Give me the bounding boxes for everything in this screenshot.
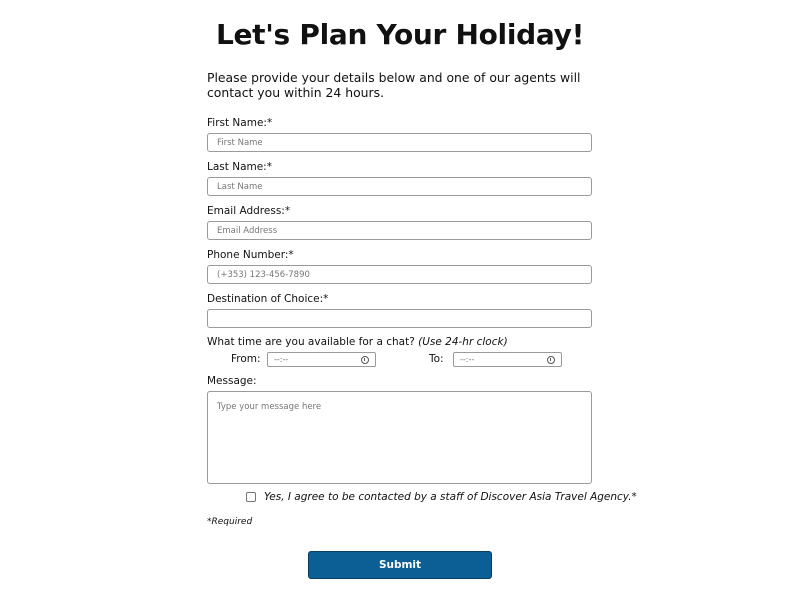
consent-checkbox[interactable] [246,492,256,502]
from-label: From: [231,353,261,365]
destination-label: Destination of Choice:* [207,293,329,305]
email-placeholder: Email Address [217,226,278,236]
to-time-input[interactable]: --:-- [453,352,562,367]
message-textarea[interactable]: Type your message here [207,391,592,484]
page-title: Let's Plan Your Holiday! [215,18,585,51]
from-time-input[interactable]: --:-- [267,352,376,367]
last-name-input[interactable]: Last Name [207,177,592,196]
email-input[interactable]: Email Address [207,221,592,240]
first-name-placeholder: First Name [217,138,263,148]
last-name-label: Last Name:* [207,161,272,173]
intro-text: Please provide your details below and on… [207,70,581,100]
availability-question: What time are you available for a chat? … [207,336,508,348]
clock-icon [547,356,555,364]
from-time-placeholder: --:-- [274,355,289,364]
message-placeholder: Type your message here [217,402,322,412]
email-label: Email Address:* [207,205,291,217]
first-name-label: First Name:* [207,117,273,129]
message-label: Message: [207,375,257,387]
required-note: *Required [207,517,253,527]
phone-placeholder: (+353) 123-456-7890 [217,270,310,280]
last-name-placeholder: Last Name [217,182,263,192]
to-time-placeholder: --:-- [460,355,475,364]
phone-input[interactable]: (+353) 123-456-7890 [207,265,592,284]
submit-button[interactable]: Submit [308,551,492,579]
consent-label: Yes, I agree to be contacted by a staff … [264,491,637,503]
clock-icon [361,356,369,364]
to-label: To: [429,353,444,365]
availability-question-text: What time are you available for a chat? [207,336,415,348]
availability-hint: (Use 24-hr clock) [418,336,508,348]
destination-input[interactable] [207,309,592,328]
first-name-input[interactable]: First Name [207,133,592,152]
phone-label: Phone Number:* [207,249,294,261]
